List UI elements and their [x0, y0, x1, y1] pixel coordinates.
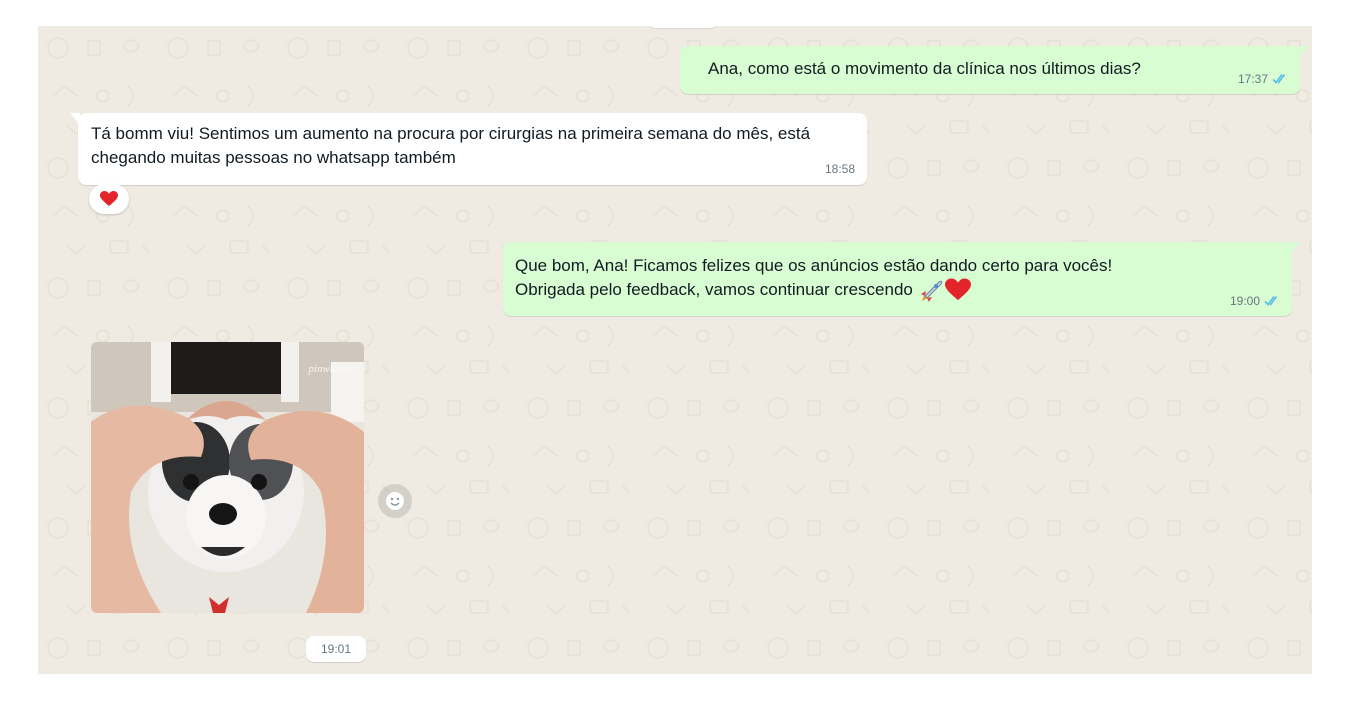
- outgoing-message[interactable]: Ana, como está o movimento da clínica no…: [680, 46, 1308, 94]
- message-time: 19:01: [320, 642, 352, 656]
- dog-image: pinwlctive: [91, 342, 364, 613]
- message-time: 18:58: [824, 162, 855, 176]
- heart-emoji-icon: [100, 191, 118, 206]
- bubble-tail: [1290, 242, 1300, 254]
- bubble-tail: [1298, 46, 1308, 58]
- message-text: Ana, como está o movimento da clínica no…: [708, 59, 1141, 78]
- message-text-line-1: Que bom, Ana! Ficamos felizes que os anú…: [515, 256, 1113, 275]
- message-meta: 19:00: [1230, 294, 1282, 308]
- message-text: Tá bomm viu! Sentimos um aumento na proc…: [91, 124, 815, 167]
- message-time: 17:37: [1237, 72, 1268, 86]
- react-button[interactable]: [378, 484, 412, 518]
- date-chip: [648, 26, 718, 28]
- double-check-icon: [1272, 74, 1286, 84]
- rocket-emoji-icon: [920, 280, 943, 302]
- message-meta: 18:58: [825, 162, 855, 176]
- message-reaction[interactable]: [89, 184, 129, 214]
- message-text-line-2: Obrigada pelo feedback, vamos continuar …: [515, 280, 913, 299]
- message-time: 19:00: [1229, 294, 1260, 308]
- message-text-line-2-container: Obrigada pelo feedback, vamos continuar …: [515, 278, 1272, 302]
- bubble-tail: [70, 113, 80, 125]
- image-watermark: pinwlctive: [307, 363, 353, 375]
- heart-emoji-icon: [944, 278, 971, 301]
- chat-conversation-panel[interactable]: Ana, como está o movimento da clínica no…: [38, 26, 1312, 674]
- incoming-message[interactable]: Tá bomm viu! Sentimos um aumento na proc…: [70, 113, 867, 185]
- image-message-time: 19:01: [306, 636, 366, 662]
- double-check-icon: [1264, 296, 1278, 306]
- image-message[interactable]: pinwlctive: [91, 342, 364, 613]
- message-meta: 17:37: [1238, 72, 1290, 86]
- smiley-icon: [386, 492, 404, 510]
- outgoing-message[interactable]: Que bom, Ana! Ficamos felizes que os anú…: [503, 242, 1300, 316]
